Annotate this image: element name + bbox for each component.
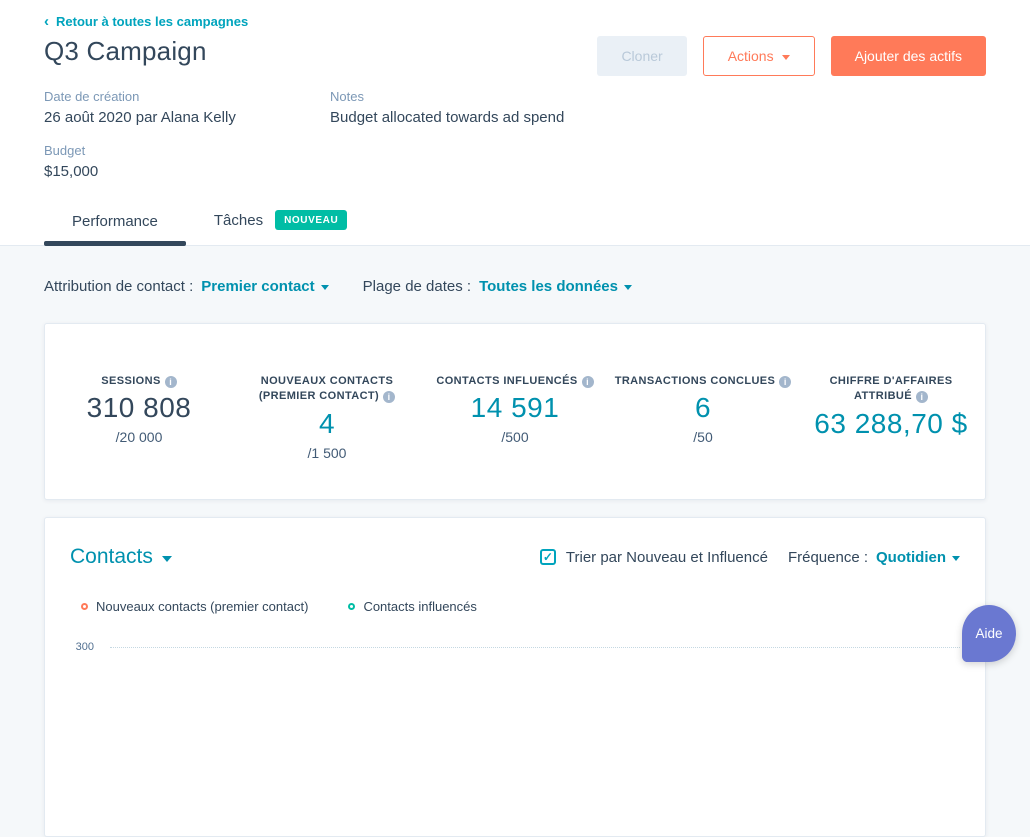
attribution-filter: Attribution de contact : Premier contact — [44, 278, 329, 295]
stat-value: 14 591 — [470, 392, 560, 424]
stat-value: 6 — [694, 392, 712, 424]
meta-label: Notes — [330, 89, 364, 104]
campaign-header: ‹ Retour à toutes les campagnes Q3 Campa… — [0, 0, 1030, 246]
back-link-label: Retour à toutes les campagnes — [56, 14, 249, 29]
stat-label: TRANSACTIONS CONCLUES i — [613, 374, 793, 389]
attribution-filter-dropdown[interactable]: Premier contact — [201, 278, 329, 295]
tab-taches-label: Tâches — [213, 211, 264, 229]
stat-label: CONTACTS INFLUENCÉS i — [425, 374, 605, 389]
chevron-down-icon — [320, 285, 329, 290]
attribution-filter-value: Premier contact — [201, 278, 315, 295]
chevron-down-icon — [781, 54, 790, 60]
chevron-down-icon — [161, 555, 172, 562]
attribution-filter-label: Attribution de contact : — [44, 278, 194, 295]
stat-attributed-revenue: CHIFFRE D'AFFAIRES ATTRIBUÉ i 63 288,70 $ — [797, 374, 985, 499]
stat-value: 310 808 — [86, 392, 192, 424]
stat-value: 4 — [318, 407, 336, 439]
nouveau-badge: NOUVEAU — [275, 210, 348, 230]
check-icon: ✓ — [542, 550, 553, 564]
stat-influenced-contacts: CONTACTS INFLUENCÉS i 14 591 /500 — [421, 374, 609, 499]
info-icon[interactable]: i — [164, 376, 177, 388]
date-range-filter-value: Toutes les données — [479, 278, 618, 295]
contacts-header: Contacts ✓ Trier par Nouveau et Influenc… — [70, 545, 960, 569]
chart-y-axis-row: 300 — [70, 641, 960, 653]
clone-button[interactable]: Cloner — [597, 36, 687, 76]
main-content: Attribution de contact : Premier contact… — [0, 278, 1030, 837]
y-axis-tick-label: 300 — [75, 641, 94, 653]
campaign-meta: Date de création 26 août 2020 par Alana … — [44, 89, 986, 180]
gridline — [110, 646, 960, 648]
add-assets-button[interactable]: Ajouter des actifs — [830, 36, 986, 76]
legend-marker-icon — [81, 603, 88, 610]
stat-label: SESSIONS i — [49, 374, 229, 389]
meta-label: Budget — [44, 143, 86, 158]
date-range-filter-dropdown[interactable]: Toutes les données — [479, 278, 632, 295]
frequency-label: Fréquence : — [787, 548, 868, 566]
stat-target: /500 — [501, 429, 529, 446]
meta-label: Date de création — [44, 89, 140, 104]
filter-row: Attribution de contact : Premier contact… — [44, 278, 986, 295]
actions-button-label: Actions — [727, 48, 774, 64]
tab-bar: Performance Tâches NOUVEAU — [0, 200, 1030, 246]
frequency-dropdown[interactable]: Quotidien — [876, 549, 960, 566]
info-icon[interactable]: i — [779, 376, 792, 388]
stats-summary-card: SESSIONS i 310 808 /20 000 NOUVEAUX CONTA… — [44, 323, 986, 500]
chevron-down-icon — [624, 285, 632, 290]
legend-item-new-contacts[interactable]: Nouveaux contacts (premier contact) — [81, 599, 308, 614]
date-range-filter-label: Plage de dates : — [362, 278, 472, 295]
page-title: Q3 Campaign — [44, 36, 207, 66]
stat-target: /50 — [693, 429, 713, 446]
info-icon[interactable]: i — [581, 376, 594, 388]
stat-new-contacts: NOUVEAUX CONTACTS (PREMIER CONTACT) i 4 /… — [233, 374, 421, 499]
date-range-filter: Plage de dates : Toutes les données — [363, 278, 632, 295]
contacts-controls: ✓ Trier par Nouveau et Influencé Fréquen… — [539, 548, 960, 566]
legend-label: Nouveaux contacts (premier contact) — [96, 599, 309, 614]
legend-item-influenced-contacts[interactable]: Contacts influencés — [348, 599, 477, 614]
meta-value: $15,000 — [44, 163, 99, 180]
stat-target: /20 000 — [115, 429, 163, 446]
info-icon[interactable]: i — [383, 391, 396, 404]
contacts-title-dropdown[interactable]: Contacts — [70, 545, 172, 569]
meta-value: Budget allocated towards ad spend — [330, 109, 565, 126]
stat-value: 63 288,70 $ — [814, 407, 968, 439]
stat-closed-deals: TRANSACTIONS CONCLUES i 6 /50 — [609, 374, 797, 499]
tab-taches[interactable]: Tâches NOUVEAU — [213, 200, 348, 245]
contacts-chart-card: Contacts ✓ Trier par Nouveau et Influenc… — [44, 517, 986, 837]
stat-sessions: SESSIONS i 310 808 /20 000 — [45, 374, 233, 499]
back-link[interactable]: ‹ Retour à toutes les campagnes — [44, 14, 248, 29]
stat-target: /1 500 — [307, 444, 347, 461]
info-icon[interactable]: i — [916, 391, 928, 404]
meta-value: 26 août 2020 par Alana Kelly — [44, 109, 236, 126]
title-row: Q3 Campaign Cloner Actions Ajouter des a… — [44, 36, 986, 76]
meta-notes: Notes Budget allocated towards ad spend — [330, 89, 986, 126]
stat-label: CHIFFRE D'AFFAIRES ATTRIBUÉ i — [829, 375, 953, 404]
chevron-left-icon: ‹ — [44, 13, 49, 30]
stat-label: NOUVEAUX CONTACTS (PREMIER CONTACT) i — [258, 375, 396, 404]
sort-checkbox[interactable]: ✓ — [539, 549, 556, 565]
actions-dropdown-button[interactable]: Actions — [702, 36, 815, 76]
sort-checkbox-label: Trier par Nouveau et Influencé — [565, 548, 768, 566]
tab-performance[interactable]: Performance — [44, 203, 186, 246]
legend-label: Contacts influencés — [363, 599, 477, 614]
frequency-value: Quotidien — [876, 548, 946, 566]
meta-budget: Budget $15,000 — [44, 143, 330, 180]
chevron-down-icon — [952, 555, 960, 561]
header-actions: Cloner Actions Ajouter des actifs — [597, 36, 986, 76]
help-button[interactable]: Aide — [962, 605, 1016, 662]
contacts-title-label: Contacts — [70, 545, 153, 568]
legend-marker-icon — [348, 603, 356, 610]
chart-legend: Nouveaux contacts (premier contact) Cont… — [81, 599, 960, 614]
meta-creation-date: Date de création 26 août 2020 par Alana … — [44, 89, 330, 126]
